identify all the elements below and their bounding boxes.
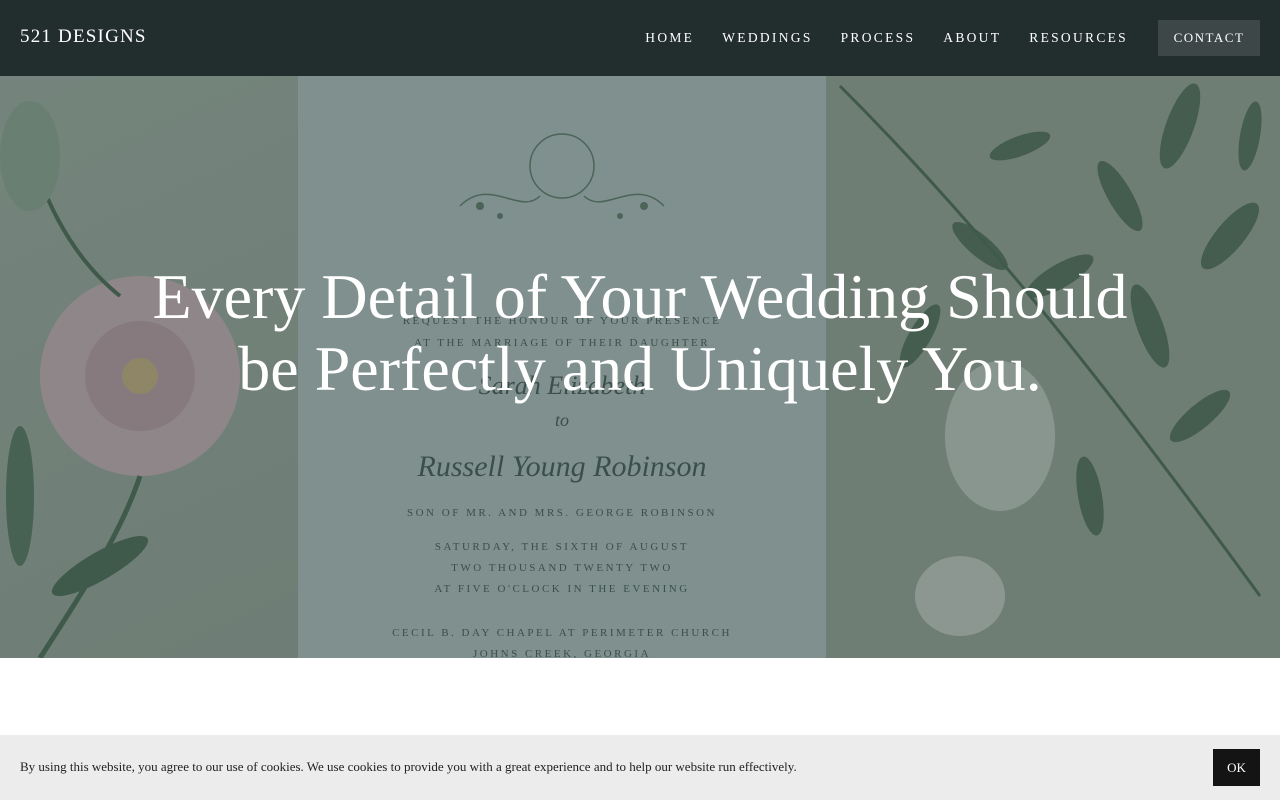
content-section xyxy=(0,658,1280,736)
contact-button[interactable]: CONTACT xyxy=(1158,20,1260,56)
cookie-banner: By using this website, you agree to our … xyxy=(0,735,1280,800)
cookie-ok-button[interactable]: OK xyxy=(1213,749,1260,786)
hero-headline: Every Detail of Your Wedding Should be P… xyxy=(152,261,1128,404)
site-header: 521 DESIGNS HOME WEDDINGS PROCESS ABOUT … xyxy=(0,0,1280,76)
nav-about[interactable]: ABOUT xyxy=(943,30,1001,46)
nav-home[interactable]: HOME xyxy=(645,30,694,46)
nav-resources[interactable]: RESOURCES xyxy=(1029,30,1128,46)
nav-process[interactable]: PROCESS xyxy=(841,30,916,46)
cookie-message: By using this website, you agree to our … xyxy=(20,759,797,774)
main-nav: HOME WEDDINGS PROCESS ABOUT RESOURCES CO… xyxy=(617,0,1280,76)
hero-section: REQUEST THE HONOUR OF YOUR PRESENCE AT T… xyxy=(0,76,1280,658)
nav-weddings[interactable]: WEDDINGS xyxy=(722,30,812,46)
brand-logo[interactable]: 521 DESIGNS xyxy=(20,26,147,48)
